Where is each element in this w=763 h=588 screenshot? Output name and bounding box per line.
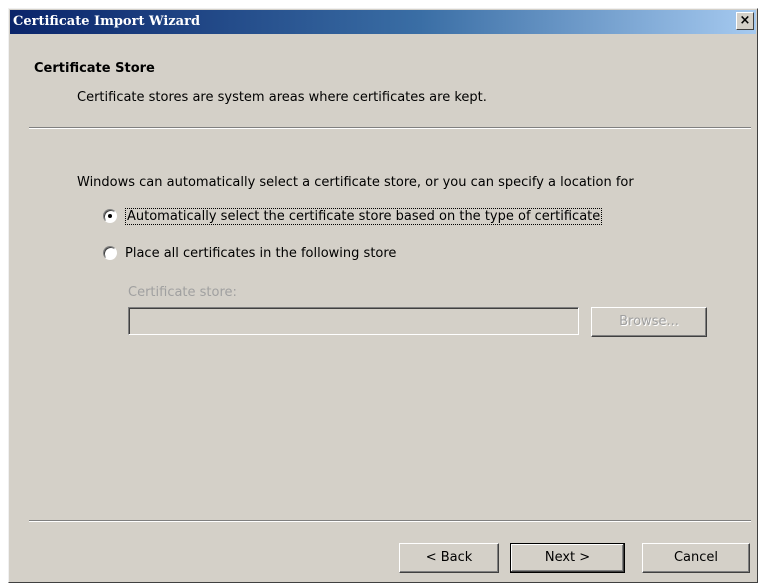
certificate-store-label: Certificate store: (128, 285, 237, 300)
place-in-store-radio[interactable] (103, 246, 117, 260)
certificate-store-field[interactable] (128, 307, 579, 335)
place-in-store-option[interactable]: Place all certificates in the following … (103, 243, 396, 263)
auto-select-store-option[interactable]: Automatically select the certificate sto… (103, 206, 603, 226)
page-title: Certificate Store (34, 61, 155, 76)
next-button[interactable]: Next > (510, 543, 625, 573)
header-divider (29, 127, 751, 129)
place-in-store-label[interactable]: Place all certificates in the following … (125, 246, 396, 261)
title-bar[interactable]: Certificate Import Wizard × (10, 10, 756, 34)
auto-select-radio[interactable] (103, 209, 117, 223)
close-icon: × (739, 13, 751, 28)
close-button[interactable]: × (736, 12, 754, 30)
back-button[interactable]: < Back (399, 543, 499, 573)
auto-select-label[interactable]: Automatically select the certificate sto… (125, 207, 603, 225)
certificate-import-wizard-window: Certificate Import Wizard × Certificate … (8, 8, 758, 583)
browse-button[interactable]: Browse... (591, 307, 707, 337)
window-title: Certificate Import Wizard (13, 14, 201, 29)
intro-text: Windows can automatically select a certi… (77, 175, 634, 190)
footer-divider (29, 520, 751, 522)
page-subtitle: Certificate stores are system areas wher… (77, 90, 487, 105)
cancel-button[interactable]: Cancel (642, 543, 750, 573)
